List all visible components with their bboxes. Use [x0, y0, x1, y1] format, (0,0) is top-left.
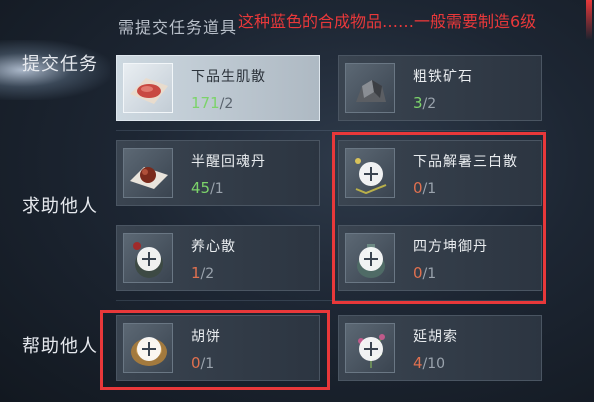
- item-count: 45/1: [191, 179, 224, 197]
- item-count: 1/2: [191, 264, 215, 282]
- section-title: 需提交任务道具: [118, 18, 238, 37]
- item-count: 171/2: [191, 94, 234, 112]
- item-card[interactable]: 延胡索 4/10: [338, 315, 542, 381]
- item-name: 延胡索: [413, 329, 458, 345]
- item-count: 4/10: [413, 354, 446, 372]
- item-name: 粗铁矿石: [413, 69, 473, 85]
- nav-submit-task[interactable]: 提交任务: [22, 50, 98, 76]
- add-plus-icon[interactable]: [137, 247, 161, 271]
- item-name: 养心散: [191, 239, 236, 255]
- item-name: 下品生肌散: [191, 69, 266, 85]
- divider: [116, 130, 546, 131]
- item-card[interactable]: 养心散 1/2: [116, 225, 320, 291]
- item-name: 半醒回魂丹: [191, 154, 266, 170]
- highlight-box-bottom: [100, 310, 330, 390]
- powder-packet-icon: [123, 63, 173, 113]
- add-plus-icon[interactable]: [359, 337, 383, 361]
- iron-ore-icon: [345, 63, 395, 113]
- item-card[interactable]: 半醒回魂丹 45/1: [116, 140, 320, 206]
- item-count: 3/2: [413, 94, 437, 112]
- nav-seek-help[interactable]: 求助他人: [22, 192, 98, 218]
- annotation-arrow: [586, 0, 592, 40]
- nav-help-others[interactable]: 帮助他人: [22, 332, 98, 358]
- medicine-bottle-icon: [123, 233, 173, 283]
- item-card[interactable]: 粗铁矿石 3/2: [338, 55, 542, 121]
- item-card[interactable]: 下品生肌散 171/2: [116, 55, 320, 121]
- highlight-box-right: [332, 132, 546, 304]
- pill-on-paper-icon: [123, 148, 173, 198]
- annotation-text: 这种蓝色的合成物品……一般需要制造6级: [238, 12, 537, 31]
- herb-plant-icon: [345, 323, 395, 373]
